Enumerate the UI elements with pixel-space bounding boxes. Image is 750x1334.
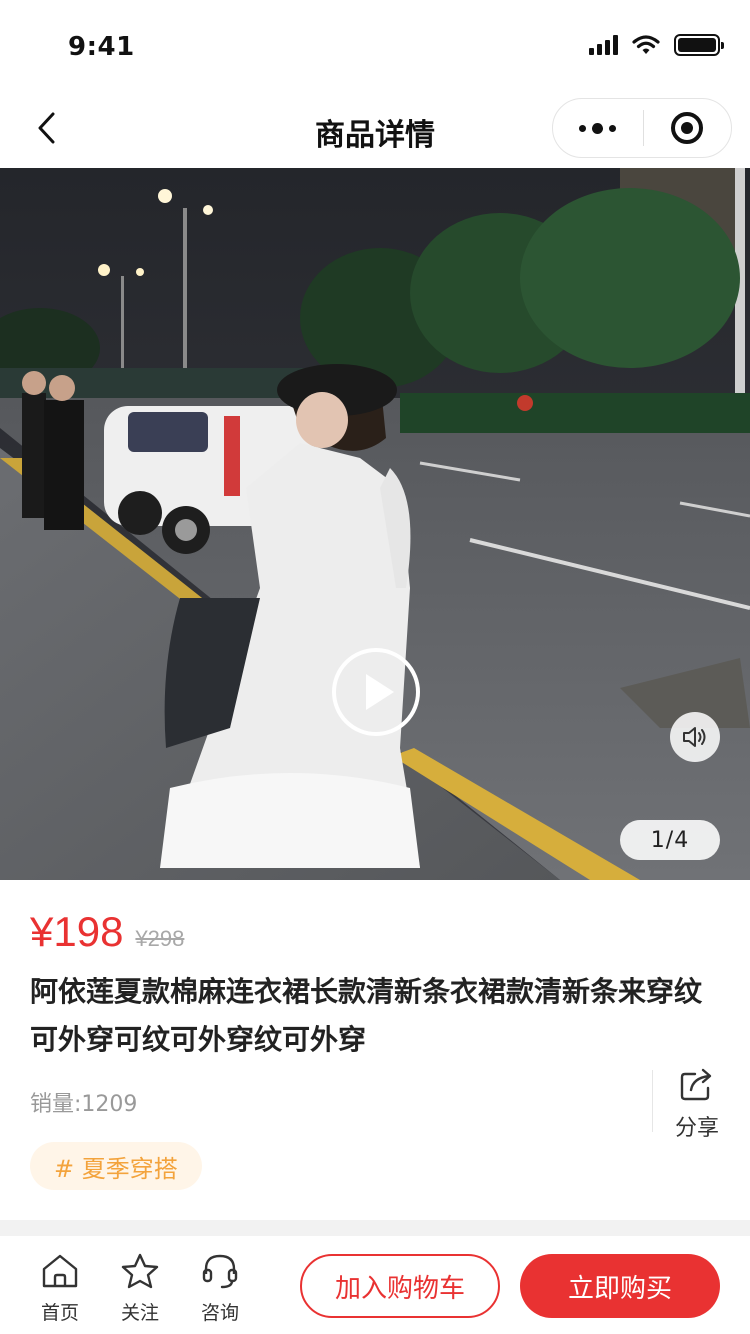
bottom-action-bar: 首页 关注 咨询 加入购物车 立即购买	[0, 1236, 750, 1334]
share-divider	[652, 1070, 653, 1132]
follow-label: 关注	[120, 1302, 159, 1324]
original-price: ¥298	[135, 926, 185, 951]
product-photo	[0, 168, 750, 880]
headset-icon	[202, 1254, 238, 1289]
status-bar: 9:41	[0, 0, 750, 88]
add-to-cart-button[interactable]: 加入购物车	[300, 1254, 500, 1318]
home-icon	[42, 1254, 78, 1288]
volume-icon	[683, 727, 706, 747]
sales-count: 销量:1209	[30, 1092, 138, 1117]
home-label: 首页	[40, 1302, 79, 1324]
home-button[interactable]: 首页	[30, 1252, 90, 1325]
current-price: ¥198	[30, 908, 124, 955]
close-button[interactable]	[644, 99, 732, 157]
more-button[interactable]	[553, 99, 643, 157]
mini-program-capsule	[552, 98, 732, 158]
consult-label: 咨询	[200, 1302, 239, 1324]
more-icon	[579, 124, 587, 132]
buy-now-button[interactable]: 立即购买	[520, 1254, 720, 1318]
star-icon	[121, 1253, 159, 1289]
section-divider	[0, 1220, 750, 1236]
nav-bar: 商品详情	[0, 88, 750, 168]
share-icon	[680, 1068, 712, 1101]
status-icons	[589, 34, 724, 56]
play-button[interactable]	[332, 648, 420, 736]
share-label: 分享	[674, 1116, 719, 1141]
price-row: ¥198 ¥298	[30, 908, 184, 956]
topic-tag[interactable]: # 夏季穿搭	[30, 1142, 202, 1190]
battery-icon	[674, 34, 724, 56]
share-button[interactable]: 分享	[668, 1068, 726, 1142]
follow-button[interactable]: 关注	[110, 1252, 170, 1325]
close-circle-icon	[671, 112, 704, 144]
product-title: 阿依莲夏款棉麻连衣裙长款清新条衣裙款清新条来穿纹可外穿可纹可外穿纹可外穿	[30, 975, 703, 1056]
volume-button[interactable]	[670, 712, 720, 762]
wifi-icon	[632, 35, 660, 54]
consult-button[interactable]: 咨询	[190, 1252, 250, 1325]
status-time: 9:41	[68, 32, 135, 62]
product-media[interactable]: 1/4	[0, 168, 750, 880]
page-indicator: 1/4	[620, 820, 720, 860]
signal-icon	[589, 35, 618, 55]
